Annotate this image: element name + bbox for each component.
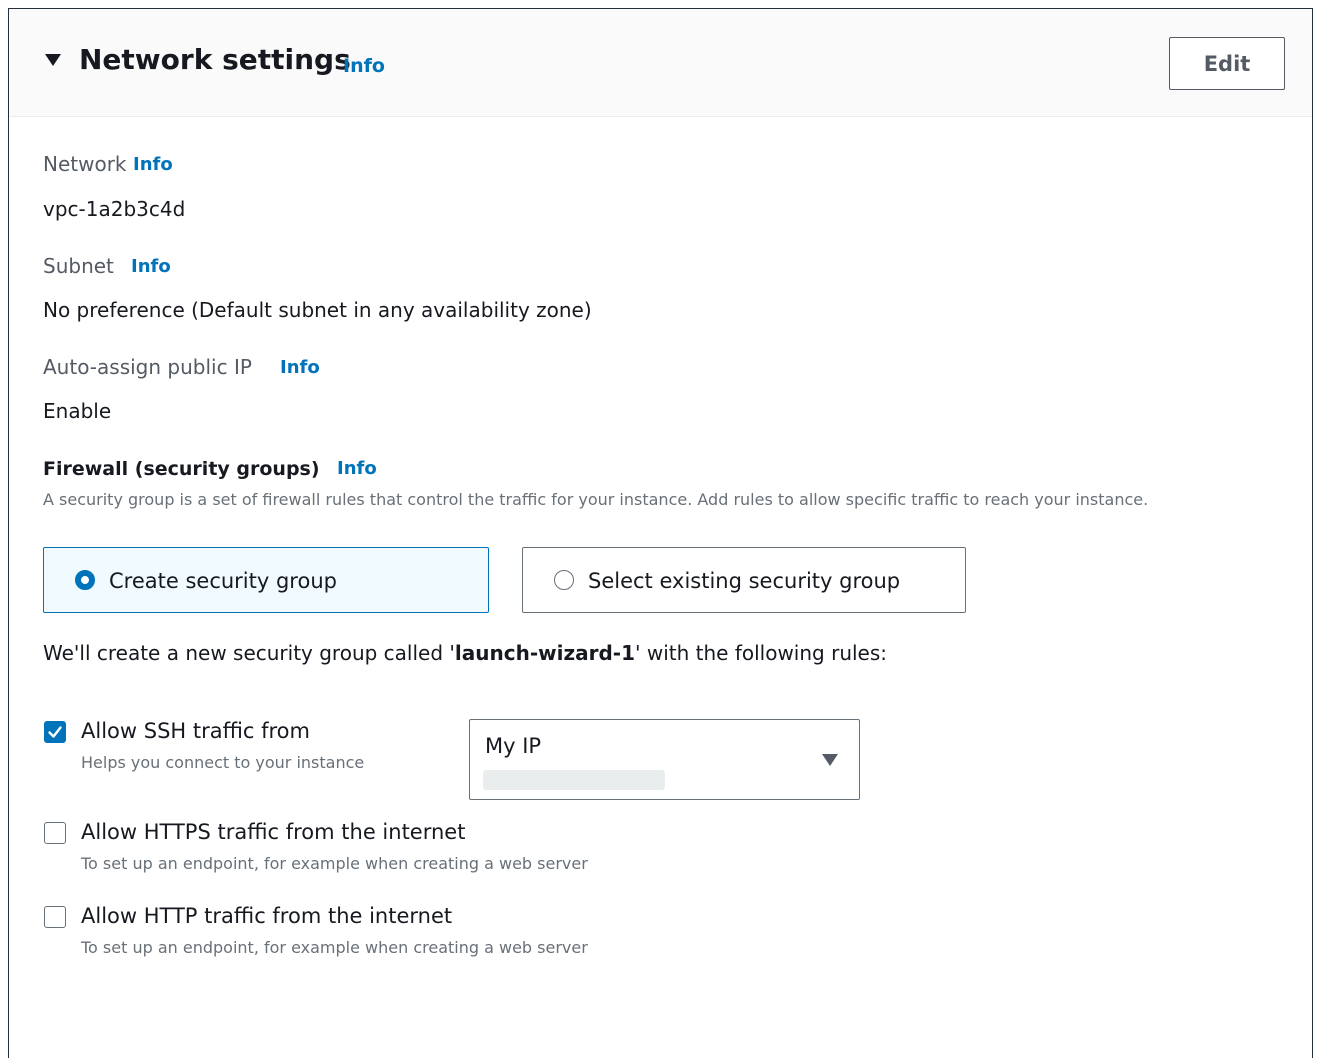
panel-title[interactable]: Network settings [79, 42, 351, 78]
select-existing-group-label: Select existing security group [588, 569, 901, 593]
http-checkbox[interactable] [44, 906, 66, 928]
create-security-group-label: Create security group [109, 569, 337, 593]
select-existing-group-option[interactable]: Select existing security group [522, 547, 966, 613]
https-rule-label[interactable]: Allow HTTPS traffic from the internet [81, 818, 465, 846]
ssh-rule-label[interactable]: Allow SSH traffic from [81, 717, 310, 745]
public-ip-info-link[interactable]: Info [280, 357, 320, 378]
security-group-name: launch-wizard-1 [454, 641, 635, 665]
panel-header: Network settings Info Edit [9, 9, 1312, 117]
public-ip-label: Auto-assign public IP [43, 355, 252, 379]
header-info-link[interactable]: Info [343, 55, 385, 77]
https-rule-description: To set up an endpoint, for example when … [81, 854, 588, 873]
network-settings-panel: Network settings Info Edit Network Info … [8, 8, 1313, 1058]
network-label: Network [43, 152, 127, 176]
edit-button[interactable]: Edit [1169, 37, 1285, 90]
public-ip-value: Enable [43, 399, 112, 423]
subnet-info-link[interactable]: Info [131, 256, 171, 277]
select-existing-group-radio[interactable] [554, 570, 574, 590]
firewall-heading: Firewall (security groups) [43, 458, 320, 480]
sentence-suffix: ' with the following rules: [635, 641, 888, 665]
security-group-sentence: We'll create a new security group called… [43, 639, 887, 667]
http-rule-description: To set up an endpoint, for example when … [81, 938, 588, 957]
sentence-prefix: We'll create a new security group called… [43, 641, 455, 665]
firewall-info-link[interactable]: Info [337, 458, 377, 479]
subnet-label: Subnet [43, 254, 114, 278]
https-checkbox[interactable] [44, 822, 66, 844]
ssh-rule-description: Helps you connect to your instance [81, 753, 365, 772]
create-security-group-option[interactable]: Create security group [43, 547, 489, 613]
ssh-checkbox[interactable] [44, 721, 66, 743]
dropdown-caret-icon[interactable] [822, 754, 838, 766]
checkmark-icon [48, 726, 62, 738]
network-value: vpc-1a2b3c4d [43, 197, 186, 221]
http-rule-label[interactable]: Allow HTTP traffic from the internet [81, 902, 452, 930]
ssh-source-select[interactable]: My IP [469, 719, 860, 800]
network-info-link[interactable]: Info [133, 154, 173, 175]
redacted-ip-address [483, 770, 665, 790]
collapse-caret-icon[interactable] [45, 54, 61, 66]
create-security-group-radio[interactable] [75, 570, 95, 590]
ssh-source-value: My IP [485, 734, 542, 758]
subnet-value: No preference (Default subnet in any ava… [43, 298, 592, 322]
firewall-description: A security group is a set of firewall ru… [43, 490, 1149, 509]
